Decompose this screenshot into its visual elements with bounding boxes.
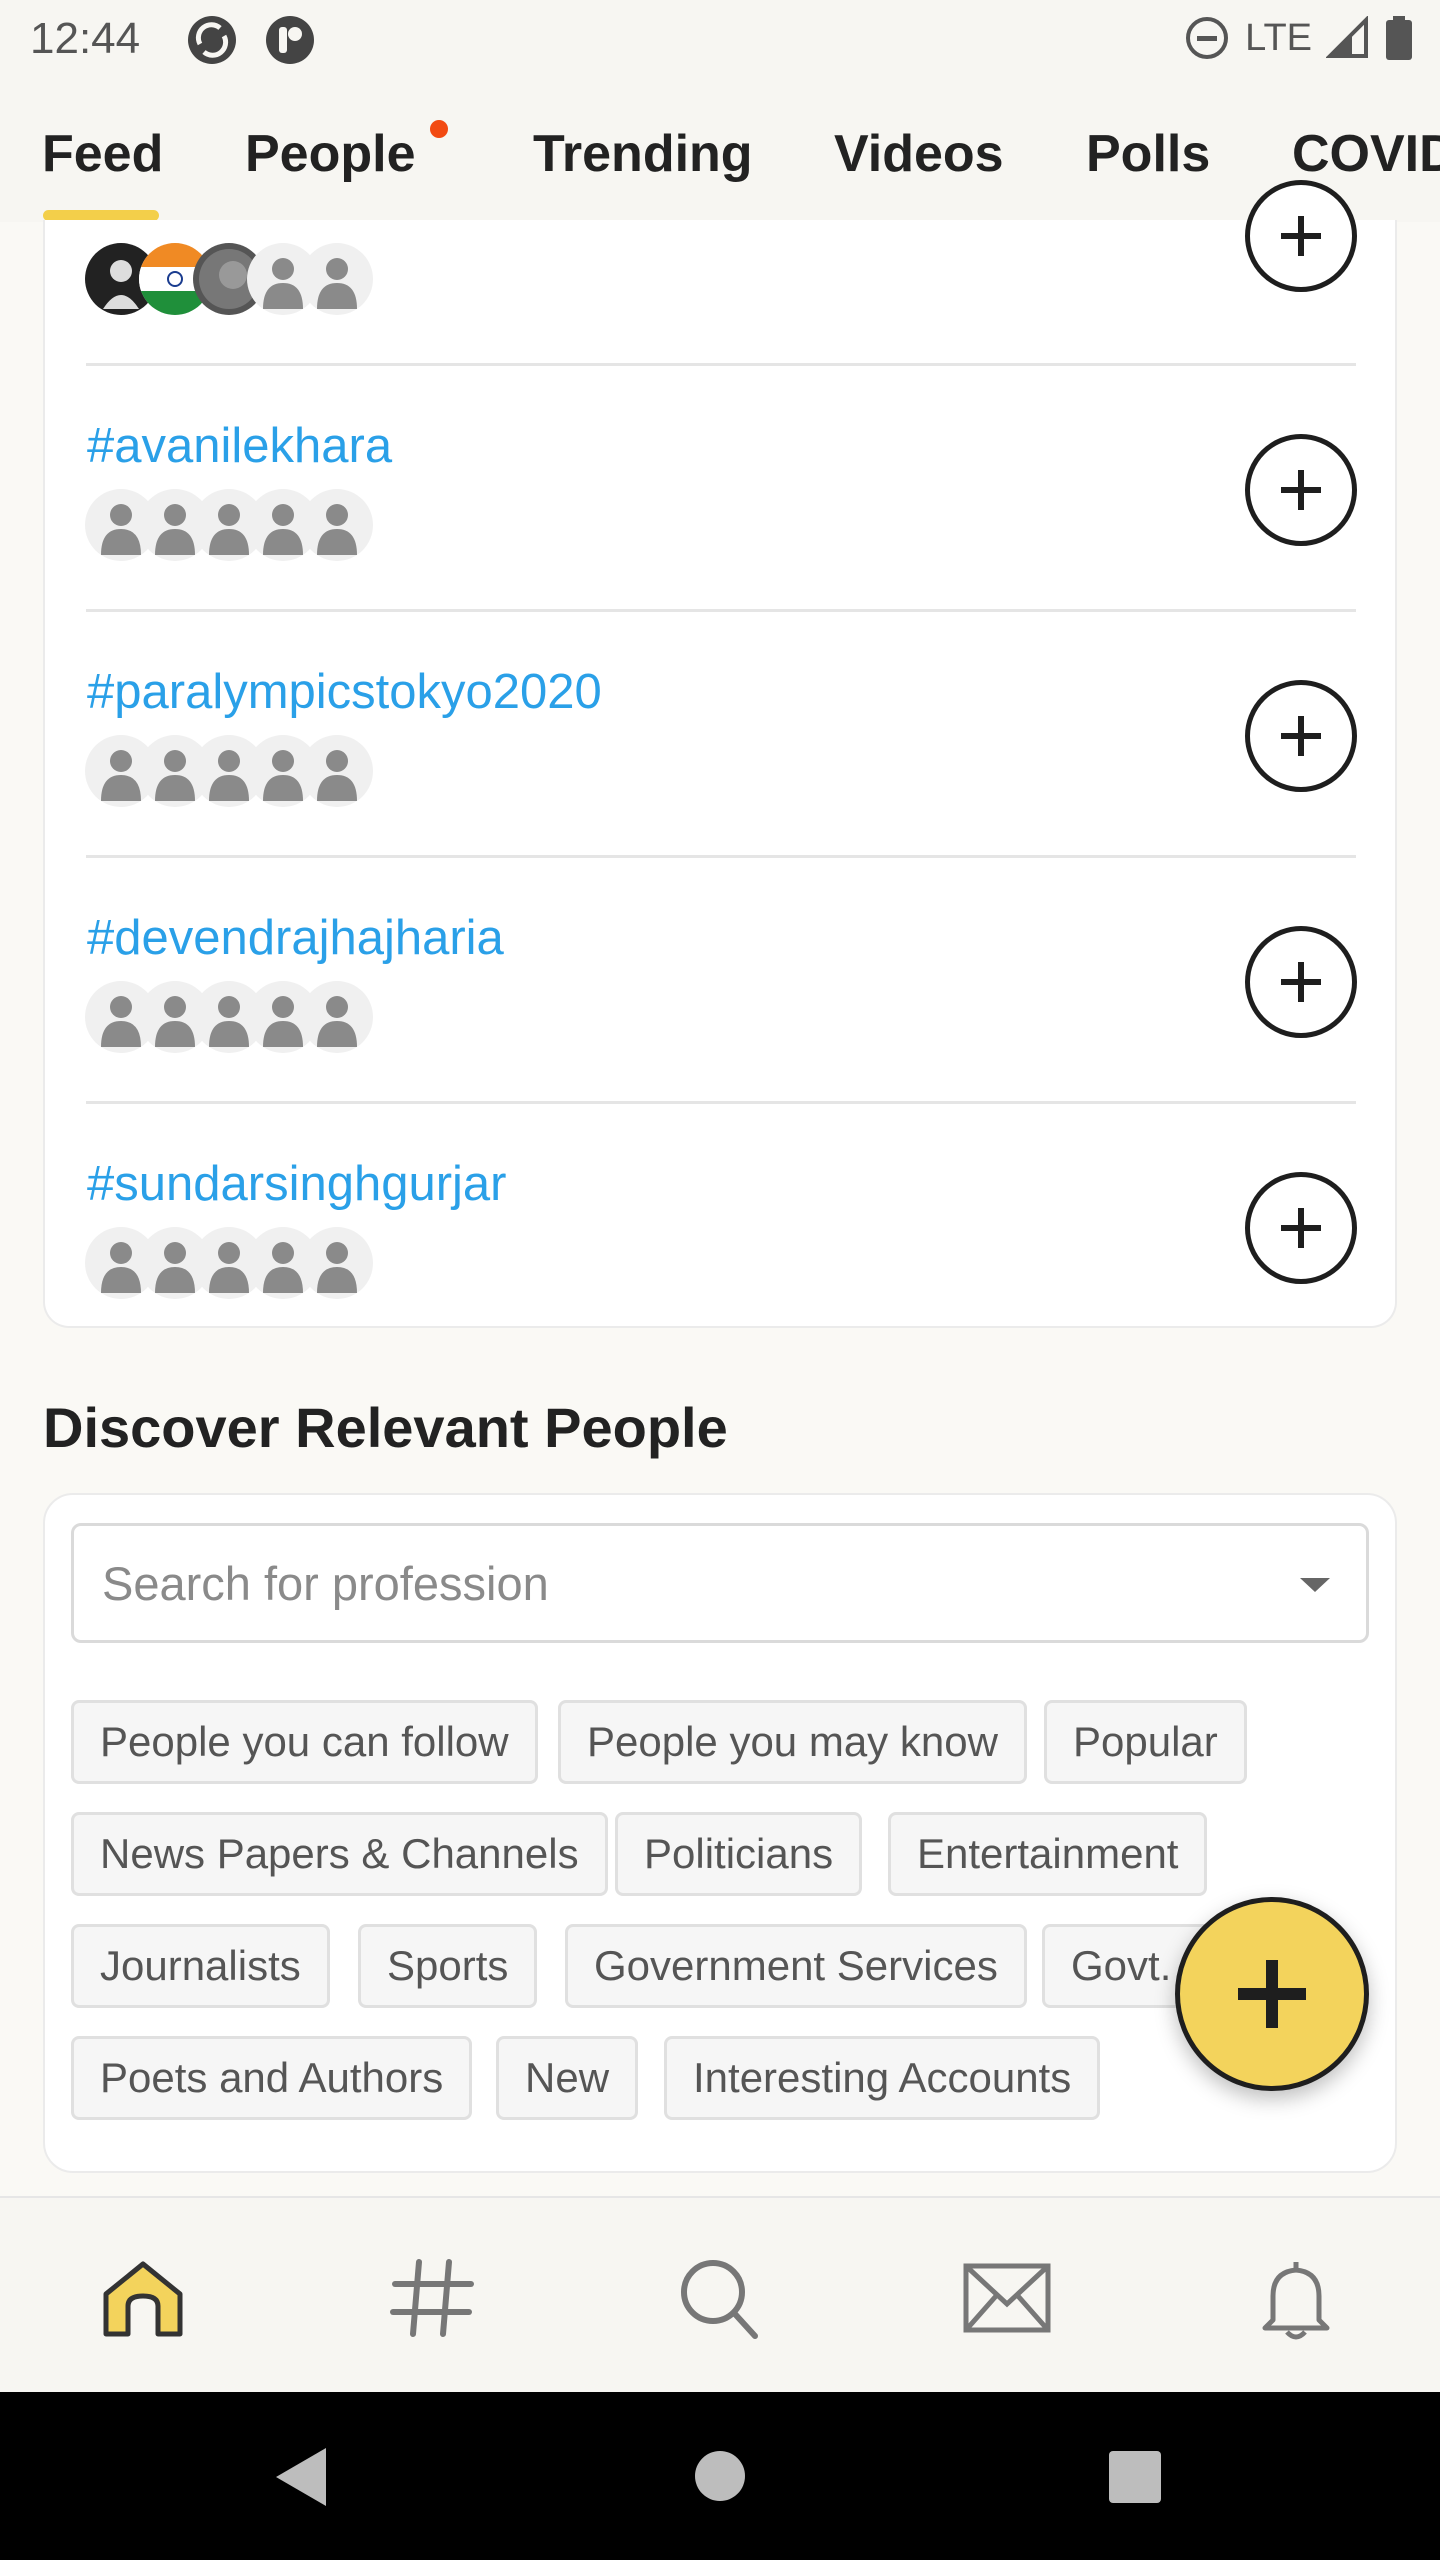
- trending-hashtags-card: #avanilekhara #paralympicstokyo2020 #dev…: [43, 180, 1397, 1328]
- chip-news-papers-channels[interactable]: News Papers & Channels: [71, 1812, 608, 1896]
- hashtag-label[interactable]: #sundarsinghgurjar: [87, 1156, 507, 1212]
- hashtag-label[interactable]: #avanilekhara: [87, 418, 392, 474]
- hashtag-label[interactable]: #paralympicstokyo2020: [87, 664, 602, 720]
- profession-search-input[interactable]: [74, 1526, 1366, 1640]
- chip-people-you-can-follow[interactable]: People you can follow: [71, 1700, 538, 1784]
- avatar-placeholder: [301, 489, 373, 561]
- follow-hashtag-button[interactable]: [1245, 926, 1357, 1038]
- hashtag-row[interactable]: #devendrajhajharia: [45, 858, 1395, 1104]
- hashtag-row[interactable]: #sundarsinghgurjar: [45, 1104, 1395, 1326]
- follower-avatars: [85, 243, 385, 315]
- avatar-placeholder: [301, 1227, 373, 1299]
- bottom-navigation: [0, 2196, 1440, 2392]
- chip-people-you-may-know[interactable]: People you may know: [558, 1700, 1027, 1784]
- do-not-disturb-icon: [1186, 17, 1229, 59]
- chip-government-services[interactable]: Government Services: [565, 1924, 1027, 2008]
- status-time: 12:44: [30, 14, 141, 63]
- profession-search-field[interactable]: [71, 1523, 1369, 1643]
- follower-avatars: [85, 489, 385, 561]
- chip-sports[interactable]: Sports: [358, 1924, 538, 2008]
- create-post-button[interactable]: [1175, 1897, 1369, 2091]
- hashtag-label[interactable]: #devendrajhajharia: [87, 910, 504, 966]
- hashtag-row-partial: [45, 120, 1395, 366]
- chip-new[interactable]: New: [496, 2036, 639, 2120]
- avatar: [301, 243, 373, 315]
- app-koo-icon: [266, 16, 314, 64]
- chip-poets-and-authors[interactable]: Poets and Authors: [71, 2036, 473, 2120]
- signal-icon: [1326, 16, 1368, 58]
- system-navigation-bar: [0, 2392, 1440, 2560]
- hashtag-row[interactable]: #avanilekhara: [45, 366, 1395, 612]
- follow-hashtag-button[interactable]: [1245, 434, 1357, 546]
- back-icon[interactable]: [272, 2446, 328, 2508]
- mail-icon[interactable]: [962, 2256, 1052, 2340]
- chip-journalists[interactable]: Journalists: [71, 1924, 330, 2008]
- battery-icon: [1386, 16, 1412, 60]
- hashtag-row[interactable]: #paralympicstokyo2020: [45, 612, 1395, 858]
- avatar-placeholder: [301, 981, 373, 1053]
- home-circle-icon[interactable]: [694, 2450, 746, 2502]
- recents-icon[interactable]: [1108, 2450, 1162, 2504]
- plus-icon: [1281, 962, 1321, 1002]
- follow-hashtag-button[interactable]: [1245, 680, 1357, 792]
- discover-people-card: People you can follow People you may kno…: [43, 1493, 1397, 2173]
- plus-icon: [1281, 1208, 1321, 1248]
- chip-interesting-accounts[interactable]: Interesting Accounts: [664, 2036, 1101, 2120]
- home-icon[interactable]: [98, 2256, 188, 2340]
- network-type: LTE: [1245, 16, 1312, 59]
- follower-avatars: [85, 1227, 385, 1299]
- status-indicators: LTE: [1183, 14, 1414, 62]
- plus-icon: [1281, 470, 1321, 510]
- plus-icon: [1281, 716, 1321, 756]
- hashtag-icon[interactable]: [387, 2256, 477, 2340]
- chip-politicians[interactable]: Politicians: [615, 1812, 863, 1896]
- plus-icon: [1238, 1960, 1306, 2028]
- chip-popular[interactable]: Popular: [1044, 1700, 1247, 1784]
- follow-hashtag-button[interactable]: [1245, 180, 1357, 292]
- follow-hashtag-button[interactable]: [1245, 1172, 1357, 1284]
- plus-icon: [1281, 216, 1321, 256]
- search-icon[interactable]: [675, 2256, 765, 2340]
- chevron-down-icon[interactable]: [1300, 1578, 1330, 1592]
- follower-avatars: [85, 735, 385, 807]
- section-title: Discover Relevant People: [43, 1396, 728, 1459]
- bell-icon[interactable]: [1251, 2256, 1341, 2340]
- status-bar: 12:44 LTE: [0, 0, 1440, 84]
- avatar-placeholder: [301, 735, 373, 807]
- app-notification-icon: [188, 16, 236, 64]
- chip-entertainment[interactable]: Entertainment: [888, 1812, 1208, 1896]
- follower-avatars: [85, 981, 385, 1053]
